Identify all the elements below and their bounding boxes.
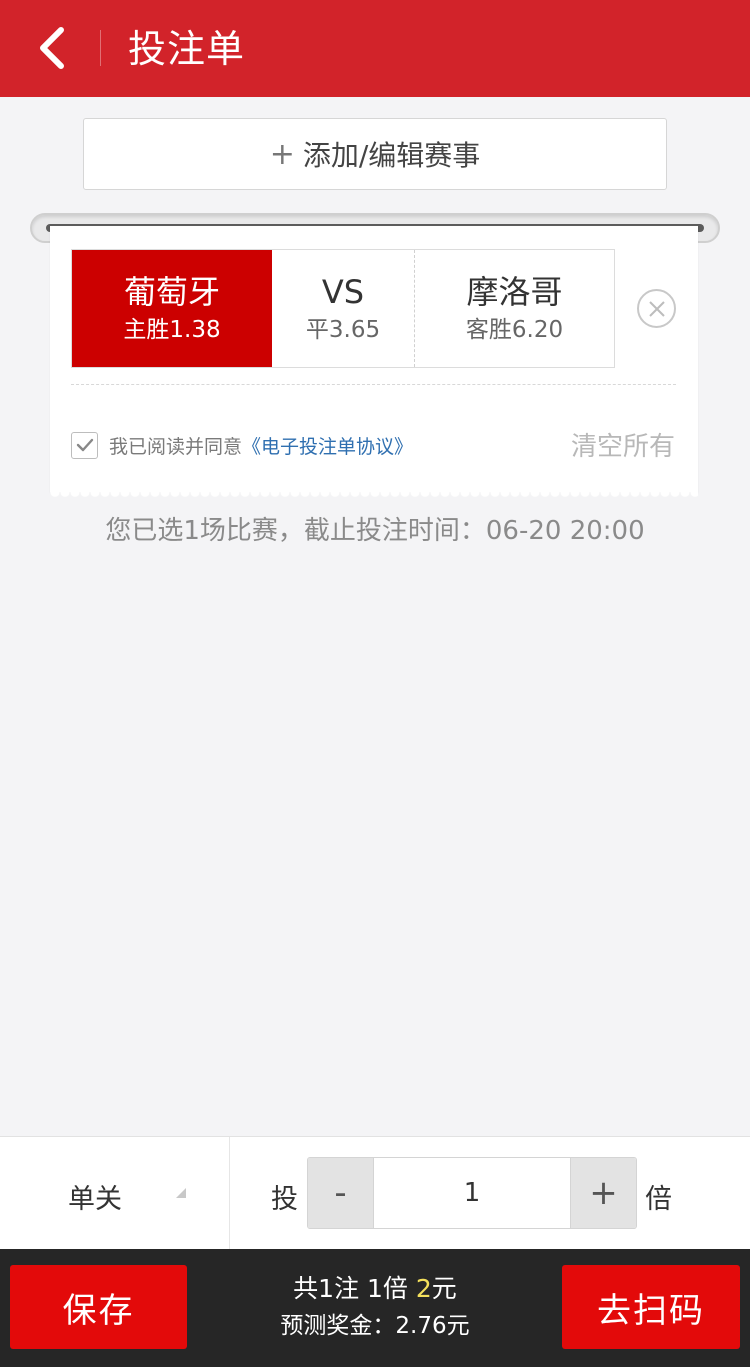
bet-summary-amount: 2 [415, 1274, 432, 1303]
bet-label: 投 [271, 1184, 298, 1215]
plus-icon: + [269, 136, 295, 172]
bet-summary-count: 共1注 1倍 [293, 1274, 416, 1303]
multiplier-unit: 倍 [645, 1184, 672, 1215]
app-header: 投注单 [0, 0, 750, 97]
agreement-link[interactable]: 《电子投注单协议》 [242, 432, 413, 459]
bet-controls: 单关 投 - 1 + 倍 [0, 1136, 750, 1250]
pass-mode-label: 单关 [68, 1184, 122, 1215]
draw-odds: 平3.65 [305, 316, 381, 343]
header-divider [100, 30, 101, 66]
pass-mode-select[interactable]: 单关 [0, 1137, 230, 1250]
vs-label: VS [321, 272, 365, 311]
selection-info: 您已选1场比赛，截止投注时间：06-20 20:00 [105, 516, 645, 546]
home-win-odds: 主胜1.38 [123, 316, 221, 343]
increase-button[interactable]: + [571, 1158, 636, 1228]
away-team-name: 摩洛哥 [466, 272, 563, 311]
bet-summary: 共1注 1倍 2元 预测奖金：2.76元 [200, 1271, 550, 1343]
multiplier-input[interactable]: 1 [373, 1158, 571, 1228]
predicted-prize: 预测奖金：2.76元 [280, 1313, 470, 1339]
away-win-option[interactable]: 摩洛哥 客胜6.20 [415, 250, 614, 367]
multiplier-stepper: - 1 + [307, 1157, 637, 1229]
bet-summary-line: 共1注 1倍 2元 [200, 1271, 550, 1307]
add-edit-match-label: 添加/编辑赛事 [302, 139, 481, 172]
page-title: 投注单 [128, 27, 246, 71]
ticket-divider [71, 384, 676, 385]
back-button[interactable] [22, 18, 82, 78]
go-scan-button[interactable]: 去扫码 [562, 1265, 740, 1349]
close-circle-icon [648, 300, 665, 317]
home-team-name: 葡萄牙 [123, 272, 220, 311]
match-row: 葡萄牙 主胜1.38 VS 平3.65 摩洛哥 客胜6.20 [71, 249, 615, 368]
add-edit-match-button[interactable]: + 添加/编辑赛事 [83, 118, 667, 190]
clear-all-button[interactable]: 清空所有 [571, 426, 675, 463]
remove-match-button[interactable] [637, 289, 676, 328]
checkmark-icon [76, 438, 93, 452]
chevron-left-icon [40, 27, 64, 69]
bet-ticket: 葡萄牙 主胜1.38 VS 平3.65 摩洛哥 客胜6.20 我已阅读并同意 《… [50, 226, 698, 500]
bet-summary-unit: 元 [431, 1274, 457, 1303]
agreement-checkbox[interactable] [71, 431, 98, 459]
home-win-option[interactable]: 葡萄牙 主胜1.38 [72, 250, 272, 367]
agreement-row: 我已阅读并同意 《电子投注单协议》 [71, 429, 413, 461]
away-win-odds: 客胜6.20 [465, 316, 564, 343]
agreement-text: 我已阅读并同意 [109, 435, 243, 458]
footer-bar: 保存 共1注 1倍 2元 预测奖金：2.76元 去扫码 [0, 1249, 750, 1367]
save-button[interactable]: 保存 [10, 1265, 187, 1349]
ticket-serrated-edge [50, 492, 698, 500]
draw-option[interactable]: VS 平3.65 [272, 250, 415, 367]
decrease-button[interactable]: - [308, 1158, 373, 1228]
caret-down-icon [176, 1188, 186, 1198]
